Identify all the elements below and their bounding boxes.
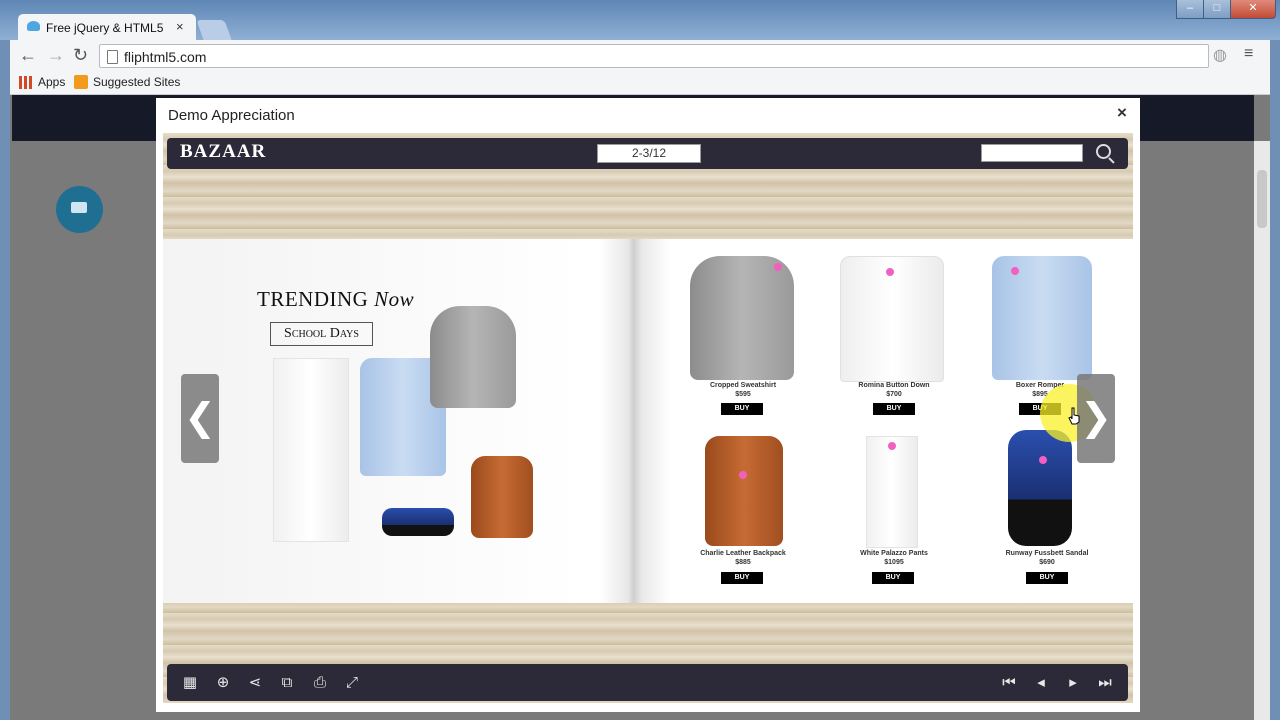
modal-close-icon[interactable]: × bbox=[1117, 103, 1127, 123]
buy-button[interactable]: BUY bbox=[873, 403, 915, 415]
zoom-in-icon[interactable]: ⊕ bbox=[214, 673, 232, 691]
collage-grey-sweater bbox=[430, 306, 516, 408]
search-input[interactable] bbox=[981, 144, 1083, 162]
flipbook-topbar: BAZAAR 2-3/12 bbox=[167, 138, 1128, 169]
collage-backpack bbox=[471, 456, 533, 538]
product-image-sweatshirt[interactable] bbox=[690, 256, 794, 380]
buy-button[interactable]: BUY bbox=[872, 572, 914, 584]
product-name: Cropped Sweatshirt bbox=[709, 382, 777, 389]
hand-cursor-icon bbox=[1068, 407, 1080, 425]
page-number-input[interactable]: 2-3/12 bbox=[597, 144, 701, 163]
product-image-palazzo-pants[interactable] bbox=[866, 436, 918, 548]
apps-grid-icon bbox=[19, 76, 32, 89]
scrollbar-thumb[interactable] bbox=[1257, 170, 1267, 228]
first-page-icon[interactable]: ⏮ bbox=[1000, 673, 1018, 691]
bookmark-apps[interactable]: Apps bbox=[38, 75, 65, 89]
search-icon[interactable] bbox=[1096, 144, 1111, 159]
print-icon[interactable]: ⎙ bbox=[311, 673, 329, 691]
product-name: Charlie Leather Backpack bbox=[700, 550, 786, 557]
fullscreen-icon[interactable]: ⤢ bbox=[343, 673, 361, 691]
thumbnails-icon[interactable]: ▦ bbox=[181, 673, 199, 691]
globe-icon[interactable]: ◍ bbox=[1213, 45, 1227, 65]
address-url: fliphtml5.com bbox=[124, 49, 207, 65]
window-close-button[interactable]: ✕ bbox=[1230, 0, 1276, 19]
hotspot-dot[interactable] bbox=[774, 263, 782, 271]
chat-button[interactable] bbox=[56, 186, 103, 233]
next-page-icon[interactable]: ▸ bbox=[1064, 673, 1082, 691]
next-page-button[interactable]: ❯ bbox=[1077, 374, 1115, 463]
school-days-tag: School Days bbox=[270, 322, 373, 346]
reload-icon[interactable]: ↻ bbox=[73, 45, 88, 66]
flipbook-bottom-toolbar: ▦ ⊕ ⋖ ⧉ ⎙ ⤢ ⏮ ◂ ▸ ⏭ bbox=[167, 664, 1128, 701]
page-icon bbox=[107, 50, 118, 64]
trending-heading-italic: Now bbox=[374, 287, 415, 311]
tab-close-icon[interactable]: × bbox=[176, 19, 184, 34]
buy-button[interactable]: BUY bbox=[721, 403, 763, 415]
bookmark-suggested-sites[interactable]: Suggested Sites bbox=[93, 75, 180, 89]
back-arrow-icon[interactable]: ← bbox=[19, 45, 37, 66]
window-maximize-button[interactable]: □ bbox=[1203, 0, 1231, 19]
hotspot-dot[interactable] bbox=[1011, 267, 1019, 275]
buy-button[interactable]: BUY bbox=[721, 572, 763, 584]
hotspot-dot[interactable] bbox=[739, 471, 747, 479]
trending-heading: TRENDING Now bbox=[257, 287, 414, 312]
product-image-sandal[interactable] bbox=[1008, 430, 1072, 546]
browser-tab-active[interactable]: Free jQuery & HTML5 Flip × bbox=[18, 14, 196, 40]
prev-page-icon[interactable]: ◂ bbox=[1032, 673, 1050, 691]
product-price: $595 bbox=[735, 391, 751, 398]
hotspot-dot[interactable] bbox=[886, 268, 894, 276]
collage-white-pants bbox=[273, 358, 349, 542]
trending-heading-main: TRENDING bbox=[257, 287, 369, 311]
bookmarks-bar bbox=[10, 72, 1270, 95]
buy-button[interactable]: BUY bbox=[1026, 572, 1068, 584]
menu-icon[interactable]: ≡ bbox=[1244, 45, 1253, 63]
address-bar[interactable]: fliphtml5.com bbox=[99, 44, 1209, 68]
product-image-boxer-romper[interactable] bbox=[992, 256, 1092, 380]
bazaar-logo: BAZAAR bbox=[180, 141, 267, 162]
last-page-icon[interactable]: ⏭ bbox=[1096, 673, 1114, 691]
share-icon[interactable]: ⋖ bbox=[246, 673, 264, 691]
fit-page-icon[interactable]: ⧉ bbox=[278, 673, 296, 691]
hotspot-dot[interactable] bbox=[1039, 456, 1047, 464]
previous-page-button[interactable]: ❮ bbox=[181, 374, 219, 463]
window-minimize-button[interactable]: – bbox=[1176, 0, 1204, 19]
product-price: $885 bbox=[735, 559, 751, 566]
suggested-sites-icon bbox=[74, 75, 88, 89]
product-price: $700 bbox=[886, 391, 902, 398]
product-image-backpack[interactable] bbox=[705, 436, 783, 546]
modal-title: Demo Appreciation bbox=[168, 107, 295, 124]
forward-arrow-icon[interactable]: → bbox=[47, 45, 65, 66]
product-name: Romina Button Down bbox=[858, 382, 930, 389]
hotspot-dot[interactable] bbox=[888, 442, 896, 450]
collage-sandal bbox=[382, 508, 454, 536]
book-spine bbox=[600, 239, 670, 603]
chat-icon bbox=[71, 202, 87, 213]
site-favicon-icon bbox=[27, 21, 40, 31]
product-name: Runway Fussbett Sandal bbox=[1005, 550, 1089, 557]
tab-title: Free jQuery & HTML5 Flip bbox=[46, 21, 166, 35]
product-price: $690 bbox=[1039, 559, 1055, 566]
product-name: White Palazzo Pants bbox=[860, 550, 928, 557]
product-price: $1095 bbox=[884, 559, 904, 566]
